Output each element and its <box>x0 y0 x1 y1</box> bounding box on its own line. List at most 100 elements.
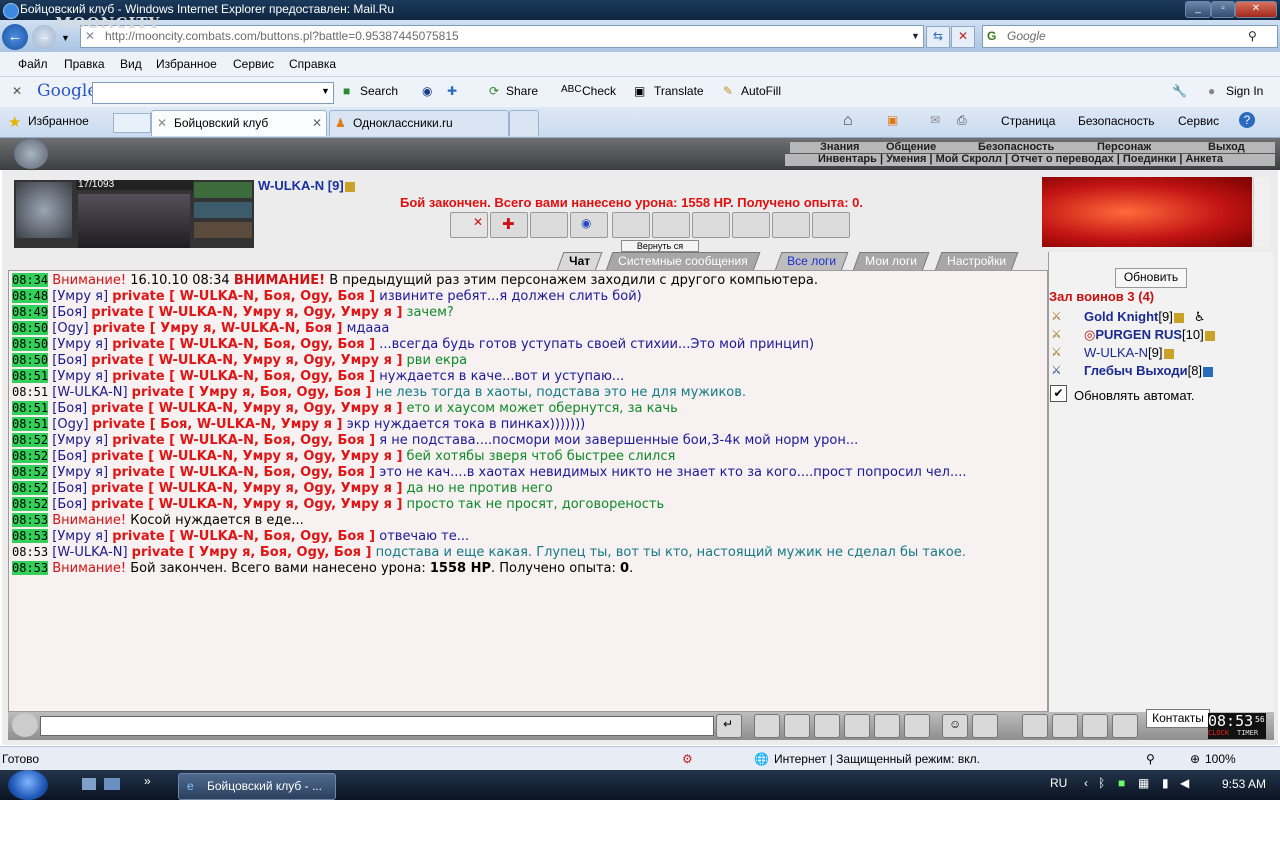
empty-slot[interactable] <box>612 212 650 238</box>
chat-mode-icon[interactable] <box>12 713 38 737</box>
player-row[interactable]: Глебыч Выходи[8] <box>1084 363 1214 378</box>
safety-menu[interactable]: Безопасность <box>1078 114 1155 128</box>
more-icon[interactable]: » <box>144 774 151 788</box>
gtool-autofill[interactable]: AutoFill <box>741 84 781 98</box>
chat-private-recipients[interactable]: private [ Умру я, W-ULKA-N, Боя ] <box>93 321 343 336</box>
smiley-icon[interactable]: ☺ <box>942 714 968 738</box>
chat-author[interactable]: [Ogy] <box>52 321 88 336</box>
zone-text[interactable]: Интернет | Защищенный режим: вкл. <box>774 752 980 766</box>
feeds-icon[interactable]: ▣ <box>887 113 898 127</box>
chat-private-recipients[interactable]: private [ W-ULKA-N, Умру я, Ogy, Умру я … <box>91 481 402 496</box>
close-tab-icon[interactable]: ✕ <box>312 116 322 130</box>
language-indicator[interactable]: RU <box>1050 776 1067 790</box>
chat-author[interactable]: [Умру я] <box>52 289 108 304</box>
info-icon[interactable] <box>1173 312 1184 323</box>
empty-slot[interactable] <box>812 212 850 238</box>
chat-private-recipients[interactable]: private [ W-ULKA-N, Умру я, Ogy, Умру я … <box>91 449 402 464</box>
helmet-icon[interactable] <box>972 714 998 738</box>
info-icon[interactable] <box>344 181 355 192</box>
menu-favorites[interactable]: Избранное <box>156 57 217 71</box>
history-dropdown-icon[interactable]: ▼ <box>61 33 70 43</box>
zoom-level[interactable]: 100% <box>1205 752 1236 766</box>
mail-icon[interactable]: ✉ <box>930 113 940 127</box>
close-window-button[interactable]: ✕ <box>1235 1 1277 18</box>
chat-private-recipients[interactable]: private [ W-ULKA-N, Боя, Ogy, Боя ] <box>112 529 375 544</box>
refresh-icon[interactable]: ⇆ <box>926 26 950 48</box>
battle-swords-icon[interactable]: ⚔ <box>1051 327 1071 341</box>
empty-slot[interactable] <box>772 212 810 238</box>
chat-time[interactable]: 08:52 <box>12 449 49 463</box>
page-menu[interactable]: Страница <box>1001 114 1055 128</box>
minimize-button[interactable]: _ <box>1185 1 1211 18</box>
clock-time[interactable]: 9:53 AM <box>1222 777 1266 791</box>
scroll-icon[interactable] <box>1052 714 1078 738</box>
nav-security[interactable]: Безопасность <box>978 141 1054 153</box>
chat-time[interactable]: 08:51 <box>12 385 48 399</box>
forward-button[interactable]: → <box>32 25 56 49</box>
info-icon[interactable] <box>1203 366 1214 377</box>
chat-time[interactable]: 08:49 <box>12 305 49 319</box>
bluetooth-icon[interactable]: ᛒ <box>1098 776 1105 790</box>
percent-icon[interactable] <box>874 714 900 738</box>
maximize-button[interactable]: ▫ <box>1211 1 1235 18</box>
address-dropdown-icon[interactable]: ▼ <box>911 31 920 41</box>
chat-input[interactable] <box>40 716 714 736</box>
plus-icon[interactable]: ✚ <box>447 84 457 98</box>
sound-icon[interactable] <box>904 714 930 738</box>
character-name[interactable]: W-ULKA-N [9] <box>258 178 355 193</box>
chat-private-recipients[interactable]: private [ Умру я, Боя, Ogy, Боя ] <box>132 545 372 560</box>
print-icon[interactable]: ⎙ <box>957 113 967 128</box>
battle-swords-icon[interactable]: ⚔ <box>1051 345 1071 359</box>
player-row[interactable]: W-ULKA-N[9] <box>1084 345 1174 360</box>
save-icon[interactable] <box>814 714 840 738</box>
chat-time[interactable]: 08:51 <box>12 369 49 383</box>
tab-settings[interactable]: Настройки <box>934 252 1019 271</box>
refresh-button[interactable]: Обновить <box>1115 268 1187 288</box>
gtool-signin[interactable]: Sign In <box>1226 84 1263 98</box>
google-search-input[interactable] <box>92 82 334 104</box>
fighter-icon[interactable] <box>844 714 870 738</box>
nav-character[interactable]: Персонаж <box>1097 141 1151 153</box>
chat-author[interactable]: [Умру я] <box>52 465 108 480</box>
banner-image[interactable] <box>1042 177 1252 247</box>
chat-author[interactable]: [Боя] <box>52 481 87 496</box>
attack-cancel-icon[interactable]: ✕ <box>450 212 488 238</box>
chat-private-recipients[interactable]: private [ W-ULKA-N, Боя, Ogy, Боя ] <box>112 369 375 384</box>
tab-chat[interactable]: Чат <box>556 252 603 271</box>
empty-slot[interactable] <box>692 212 730 238</box>
item-slot-icon[interactable] <box>194 182 252 198</box>
chat-private-recipients[interactable]: private [ W-ULKA-N, Умру я, Ogy, Умру я … <box>91 353 402 368</box>
heal-icon[interactable]: ✚ <box>490 212 528 238</box>
chat-time[interactable]: 08:52 <box>12 465 49 479</box>
menu-view[interactable]: Вид <box>120 57 142 71</box>
chat-log[interactable]: 08:34 Внимание! 16.10.10 08:34 ВНИМАНИЕ!… <box>8 270 1048 712</box>
chat-author[interactable]: [Боя] <box>52 497 87 512</box>
chat-private-recipients[interactable]: private [ Умру я, Боя, Ogy, Боя ] <box>132 385 372 400</box>
item-slot-icon[interactable] <box>194 202 252 218</box>
chat-time[interactable]: 08:53 <box>12 561 49 575</box>
chat-time[interactable]: 08:53 <box>12 545 48 559</box>
chevron-left-icon[interactable]: ‹ <box>1084 776 1088 790</box>
nav-exit[interactable]: Выход <box>1208 141 1245 153</box>
chat-time[interactable]: 08:50 <box>12 321 49 335</box>
filter-icon[interactable] <box>784 714 810 738</box>
gtool-translate[interactable]: Translate <box>654 84 704 98</box>
quick-tabs-icon[interactable] <box>113 113 151 133</box>
top-scrollbar[interactable] <box>1253 177 1269 247</box>
chat-author[interactable]: [Боя] <box>52 305 87 320</box>
chat-author[interactable]: [Умру я] <box>52 369 108 384</box>
google-search-dropdown-icon[interactable]: ▼ <box>321 86 330 96</box>
chat-author[interactable]: [W-ULKA-N] <box>52 385 127 400</box>
chat-private-recipients[interactable]: private [ W-ULKA-N, Умру я, Ogy, Умру я … <box>91 305 402 320</box>
nav-bottom-links[interactable]: Инвентарь | Умения | Мой Скролл | Отчет … <box>818 153 1223 165</box>
tab-all-logs[interactable]: Все логи <box>774 252 849 271</box>
chat-private-recipients[interactable]: private [ W-ULKA-N, Умру я, Ogy, Умру я … <box>91 497 402 512</box>
tray-app-icon[interactable]: ■ <box>1118 776 1125 790</box>
gtool-share[interactable]: Share <box>506 84 538 98</box>
chat-author[interactable]: [Умру я] <box>52 529 108 544</box>
start-button[interactable] <box>8 770 48 800</box>
nav-knowledge[interactable]: Знания <box>820 141 859 153</box>
chat-private-recipients[interactable]: private [ W-ULKA-N, Боя, Ogy, Боя ] <box>112 465 375 480</box>
helmet-slot-icon[interactable] <box>16 182 72 238</box>
battle-swords-icon[interactable]: ⚔ <box>1051 363 1071 377</box>
